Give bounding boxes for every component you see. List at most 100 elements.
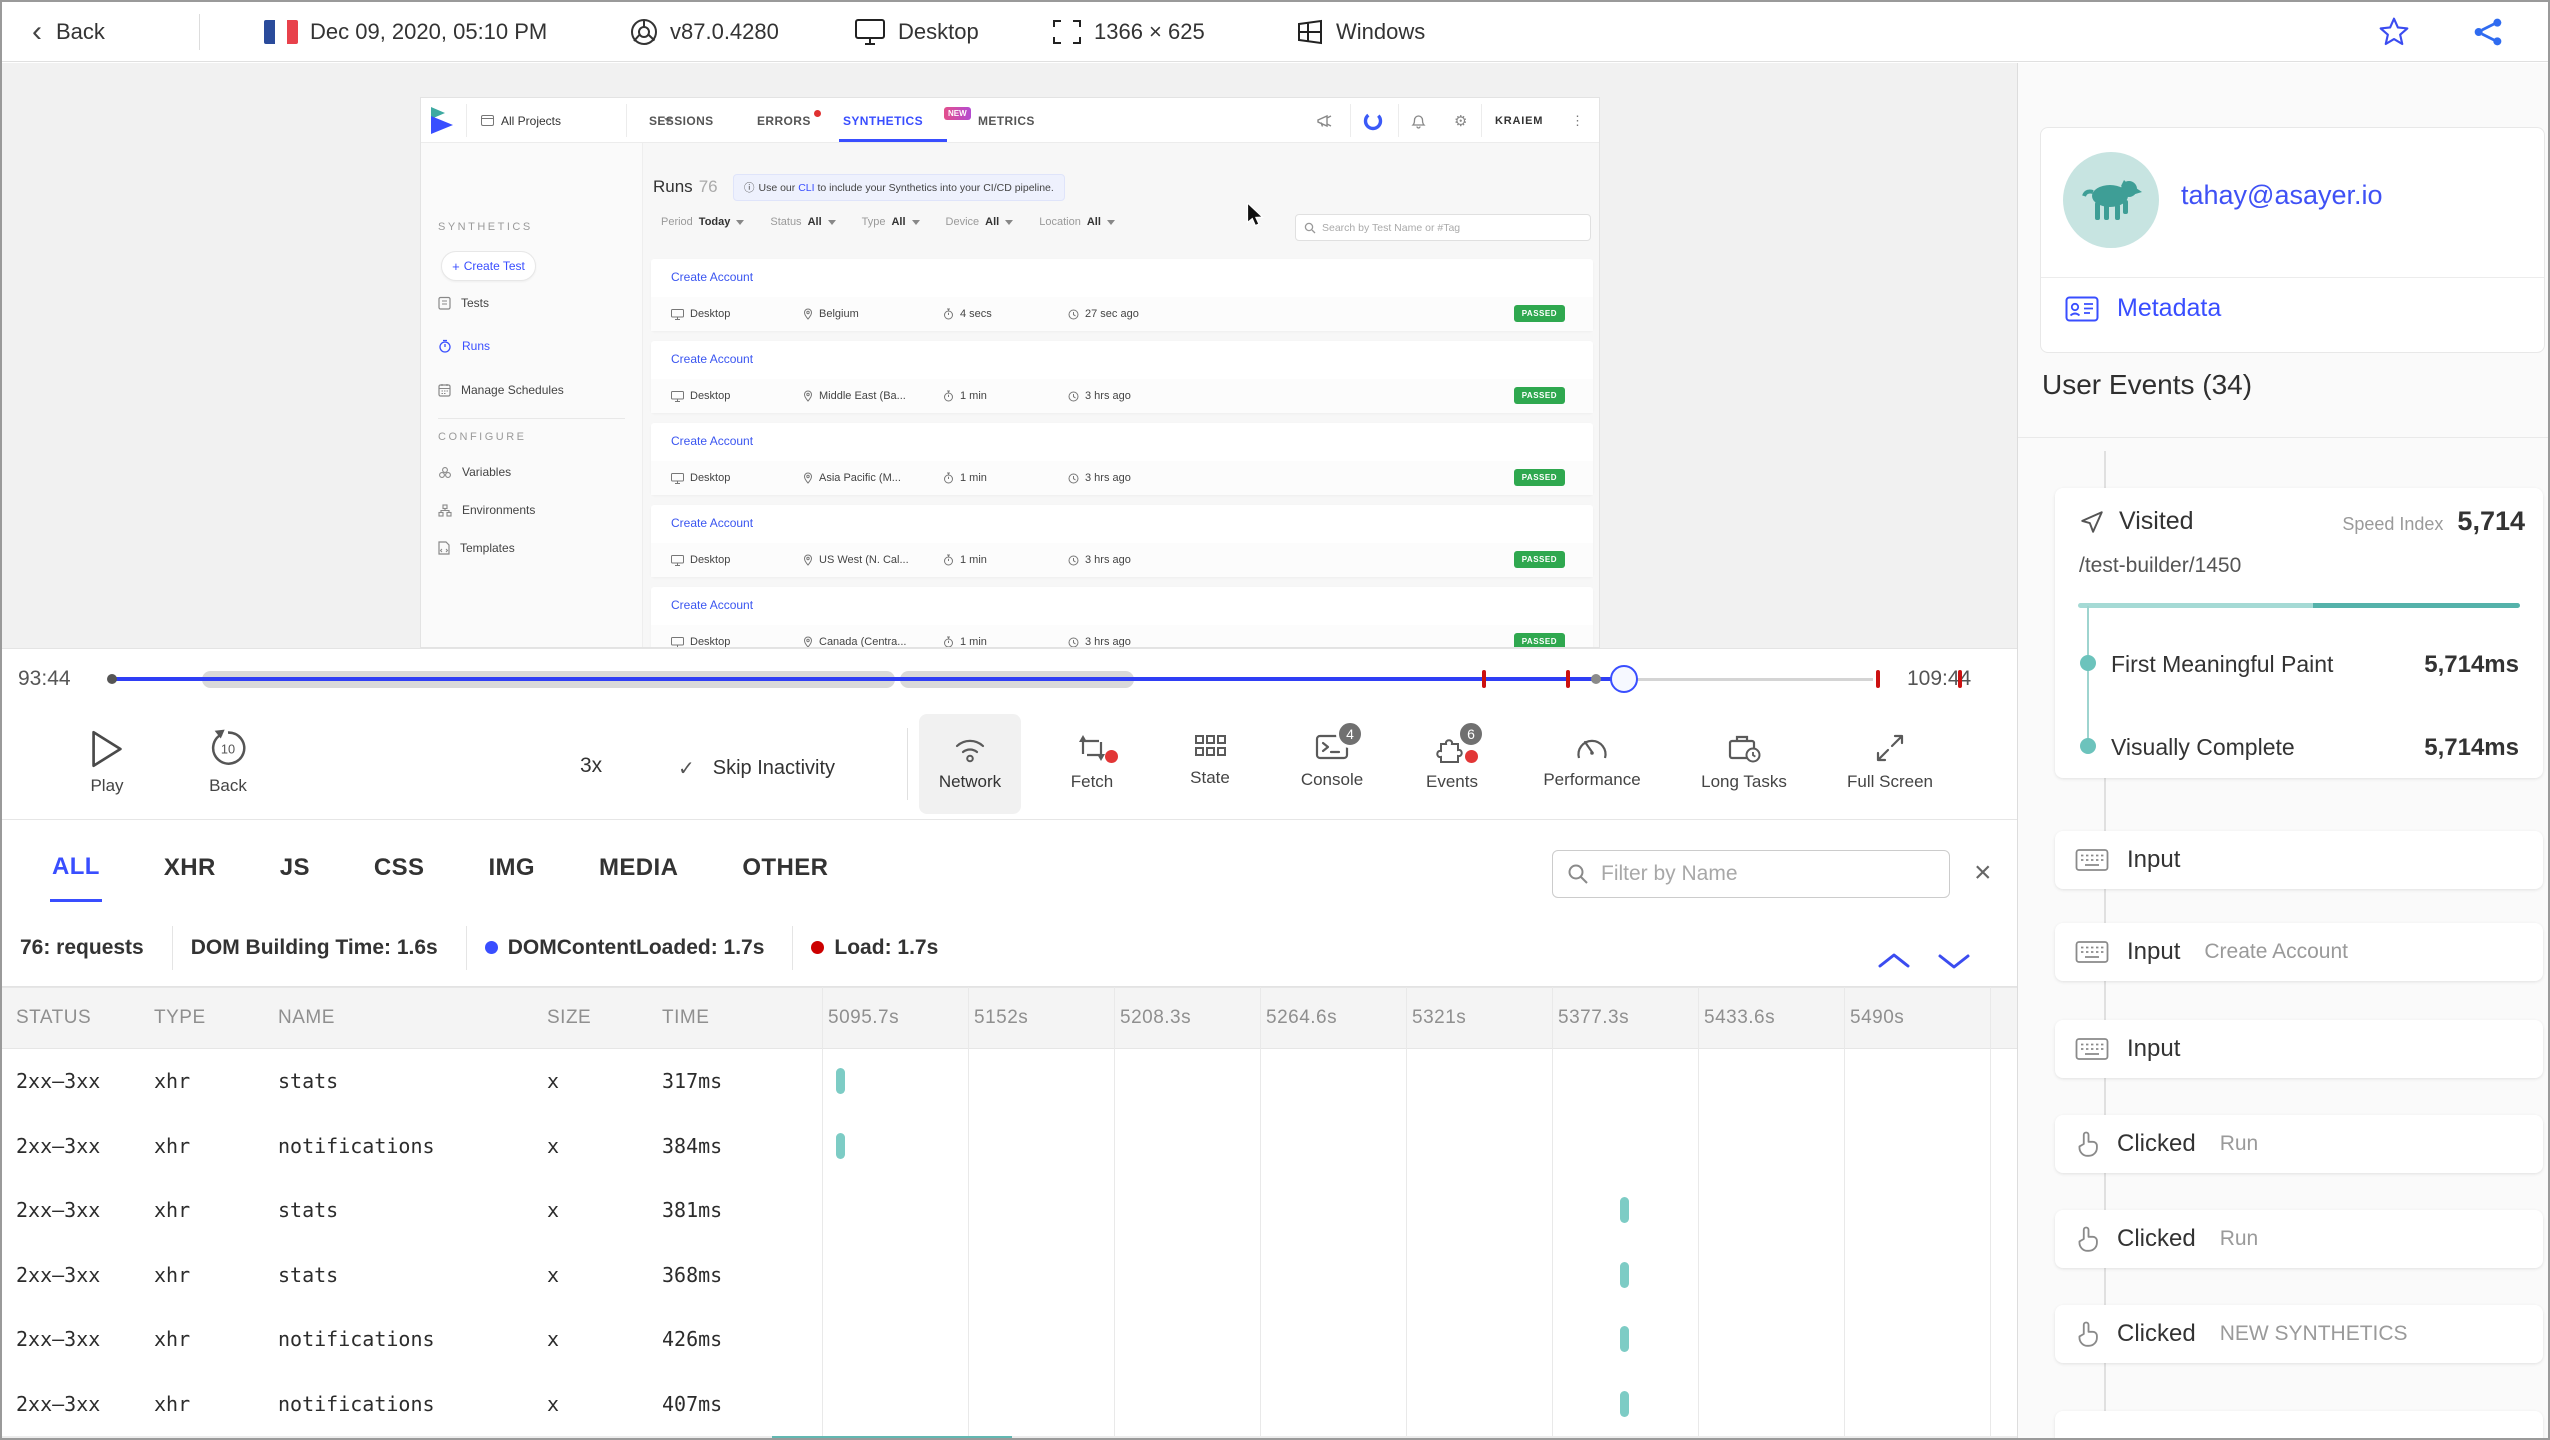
panel-toggle-events[interactable]: 6 Events [1382,720,1522,792]
event-row: Clicked Run [2055,1210,2543,1268]
announcements-icon[interactable]: 1 [1317,98,1333,143]
playback-timeline[interactable]: 93:44 109:44 [2,648,2017,708]
filter-location[interactable]: Location All [1039,216,1115,228]
app-tab-sessions[interactable]: SESSIONS [649,98,714,143]
back-10s-button[interactable]: 10 Back [208,728,248,796]
network-tab-xhr[interactable]: XHR [162,828,218,900]
click-event-card[interactable]: Clicked Run [2055,1115,2543,1173]
event-card-partial[interactable] [2055,1411,2543,1438]
run-card[interactable]: Create Account Desktop Belgium 4 secs 27 sec… [651,259,1593,331]
panel-toggle-state[interactable]: State [1140,732,1280,788]
panel-toggle-long-tasks[interactable]: Long Tasks [1674,732,1814,792]
sidebar-item-manage-schedules[interactable]: Manage Schedules [438,383,564,397]
column-header-name: NAME [278,1007,335,1028]
app-tab-synthetics[interactable]: SYNTHETICS [843,98,923,143]
run-name-link[interactable]: Create Account [671,434,753,448]
run-name-link[interactable]: Create Account [671,352,753,366]
filter-status[interactable]: Status All [770,216,836,228]
skip-inactivity-toggle[interactable]: ✓ Skip Inactivity [678,756,835,781]
jump-prev-icon[interactable] [1876,950,1912,972]
network-request-row[interactable]: 2xx–3xx xhr stats x 317ms [2,1049,2017,1114]
event-label: Clicked [2117,1130,2196,1157]
cell-type: xhr [154,1262,191,1287]
play-button[interactable]: Play [90,730,124,796]
run-status-badge: PASSED [1513,387,1565,404]
kebab-menu-icon[interactable]: ⋮ [1571,98,1584,143]
filter-device[interactable]: Device All [946,216,1014,228]
network-tab-other[interactable]: OTHER [740,828,830,900]
network-tab-all[interactable]: ALL [50,827,102,902]
sidebar-item-templates[interactable]: Templates [438,541,515,555]
favorite-star-icon[interactable] [2378,16,2410,48]
fetch-icon [1075,732,1118,764]
app-tab-metrics[interactable]: METRICS [978,98,1035,143]
network-request-row[interactable]: 2xx–3xx xhr notifications x 384ms [2,1114,2017,1179]
user-email-link[interactable]: tahay@asayer.io [2181,180,2383,211]
test-search-input[interactable]: Search by Test Name or #Tag [1295,214,1591,241]
jump-next-icon[interactable] [1936,950,1972,972]
scrollbar-thumb[interactable] [772,1436,1012,1438]
network-request-row[interactable]: 2xx–3xx xhr notifications x 407ms [2,1372,2017,1437]
panel-toggle-full-screen[interactable]: Full Screen [1820,732,1960,792]
network-request-row[interactable]: 2xx–3xx xhr notifications x 426ms [2,1307,2017,1372]
sidebar-item-environments[interactable]: Environments [438,503,535,517]
run-card[interactable]: Create Account Desktop Canada (Centra... 1 … [651,587,1593,647]
sidebar-item-runs[interactable]: Runs [438,339,490,353]
network-tab-js[interactable]: JS [278,828,312,900]
network-timeline-scrollbar[interactable] [2,1436,2017,1438]
speed-toggle[interactable]: 3x [580,754,602,778]
metadata-button[interactable]: Metadata [2065,294,2221,323]
back-button[interactable]: ‹ Back [32,2,105,62]
check-icon: ✓ [678,758,695,780]
network-request-row[interactable]: 2xx–3xx xhr stats x 381ms [2,1178,2017,1243]
run-details: Desktop US West (N. Cal... 1 min 3 hrs ago P… [651,543,1593,577]
event-marker[interactable] [1482,670,1486,688]
click-event-card[interactable]: Clicked Run [2055,1210,2543,1268]
gear-icon[interactable]: ⚙ [1454,98,1467,143]
input-event-card[interactable]: Input [2055,1020,2543,1078]
panel-toggle-network[interactable]: Network [900,732,1040,792]
event-dot-marker[interactable] [1591,674,1601,684]
run-card[interactable]: Create Account Desktop Middle East (Ba... 1… [651,341,1593,413]
sidebar-item-variables[interactable]: Variables [438,465,511,479]
network-tab-media[interactable]: MEDIA [597,828,680,900]
run-name-link[interactable]: Create Account [671,516,753,530]
close-panel-icon[interactable]: × [1974,856,1992,890]
sidebar-item-tests[interactable]: Tests [438,296,489,310]
run-name-link[interactable]: Create Account [671,598,753,612]
user-menu[interactable]: KRAIEM [1495,98,1543,143]
run-card[interactable]: Create Account Desktop US West (N. Cal... 1… [651,505,1593,577]
run-card[interactable]: Create Account Desktop Asia Pacific (M... 1… [651,423,1593,495]
event-marker[interactable] [1876,670,1880,688]
event-marker[interactable] [1958,670,1962,688]
input-event-card[interactable]: Input Create Account [2055,923,2543,981]
event-marker[interactable] [1566,670,1570,688]
visited-event-card[interactable]: Visited Speed Index 5,714 /test-builder/… [2055,488,2543,778]
request-timing-bar [836,1132,845,1159]
app-tab-errors[interactable]: ERRORS [757,98,821,143]
playhead-handle[interactable] [1610,665,1638,693]
browser-info: v87.0.4280 [630,2,779,62]
panel-toggle-performance[interactable]: Performance [1522,732,1662,790]
project-selector[interactable]: All Projects [481,98,673,143]
run-name-link[interactable]: Create Account [671,270,753,284]
filter-period[interactable]: Period Today [661,216,745,228]
notifications-bell-icon[interactable]: 33 [1411,98,1426,143]
click-event-card[interactable]: Clicked NEW SYNTHETICS [2055,1305,2543,1363]
cell-type: xhr [154,1133,191,1158]
network-request-row[interactable]: 2xx–3xx xhr stats x 368ms [2,1243,2017,1308]
network-tab-img[interactable]: IMG [486,828,537,900]
replayed-app-screenshot: All Projects SESSIONS ERRORS SYNTHETICS NEW… [420,97,1600,648]
panel-count-badge: 6 [1457,720,1485,748]
create-test-button[interactable]: + Create Test [441,251,536,281]
network-filter-input[interactable]: Filter by Name [1552,850,1950,898]
input-event-card[interactable]: Input [2055,831,2543,889]
share-icon[interactable] [2472,16,2504,48]
network-tab-css[interactable]: CSS [372,828,427,900]
network-summary-bar: 76: requests DOM Building Time: 1.6s DOMCo… [2,909,2017,987]
panel-toggle-console[interactable]: 4 Console [1262,720,1402,790]
cli-link[interactable]: CLI [798,182,814,194]
run-status-badge: PASSED [1513,551,1565,568]
event-label: Input [2127,846,2181,873]
filter-type[interactable]: Type All [862,216,920,228]
